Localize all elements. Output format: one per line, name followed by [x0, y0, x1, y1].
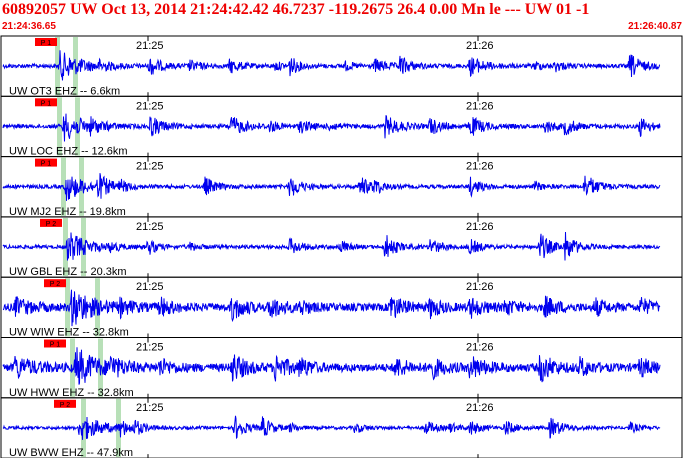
time-tick-label: 21:26 [466, 402, 494, 414]
pick-label: P 1 [41, 161, 51, 168]
waveform-trace [2, 113, 661, 142]
pick-label: P 1 [41, 40, 51, 47]
time-tick-label: 21:25 [136, 221, 164, 233]
time-tick-label: 21:26 [466, 100, 494, 112]
pick-label: P 1 [41, 100, 51, 107]
station-label: UW OT3 EHZ -- 6.6km [9, 85, 120, 97]
station-label: UW MJ2 EHZ -- 19.8km [9, 206, 126, 218]
time-tick-label: 21:25 [136, 281, 164, 293]
pick-label: P 2 [50, 281, 60, 288]
station-label: UW BWW EHZ -- 47.9km [9, 447, 133, 458]
waveform-trace [2, 289, 661, 327]
time-tick-label: 21:26 [466, 40, 494, 52]
time-tick-label: 21:25 [136, 40, 164, 52]
time-tick-label: 21:25 [136, 100, 164, 112]
waveform-trace [2, 50, 661, 81]
seismogram-plot: P 1 21:25 21:26 UW OT3 EHZ -- 6.6km P 1 21:25… [0, 35, 683, 458]
time-tick-label: 21:26 [466, 161, 494, 173]
time-tick-label: 21:26 [466, 221, 494, 233]
time-tick-label: 21:25 [136, 161, 164, 173]
station-label: UW HWW EHZ -- 32.8km [9, 387, 134, 399]
station-label: UW GBL EHZ -- 20.3km [9, 266, 127, 278]
station-label: UW LOC EHZ -- 12.6km [9, 146, 128, 158]
waveform-trace [2, 415, 661, 440]
pick-label: P 2 [60, 402, 70, 409]
pick-label: P 1 [50, 342, 60, 349]
time-tick-label: 21:25 [136, 402, 164, 414]
station-label: UW WIW EHZ -- 32.8km [9, 327, 129, 339]
waveform-trace [2, 231, 661, 261]
seismogram-viewer: 60892057 UW Oct 13, 2014 21:24:42.42 46.… [0, 0, 684, 458]
waveform-trace [2, 173, 661, 201]
pick-label: P 2 [46, 221, 56, 228]
time-tick-label: 21:25 [136, 342, 164, 354]
time-tick-label: 21:26 [466, 281, 494, 293]
time-tick-label: 21:26 [466, 342, 494, 354]
